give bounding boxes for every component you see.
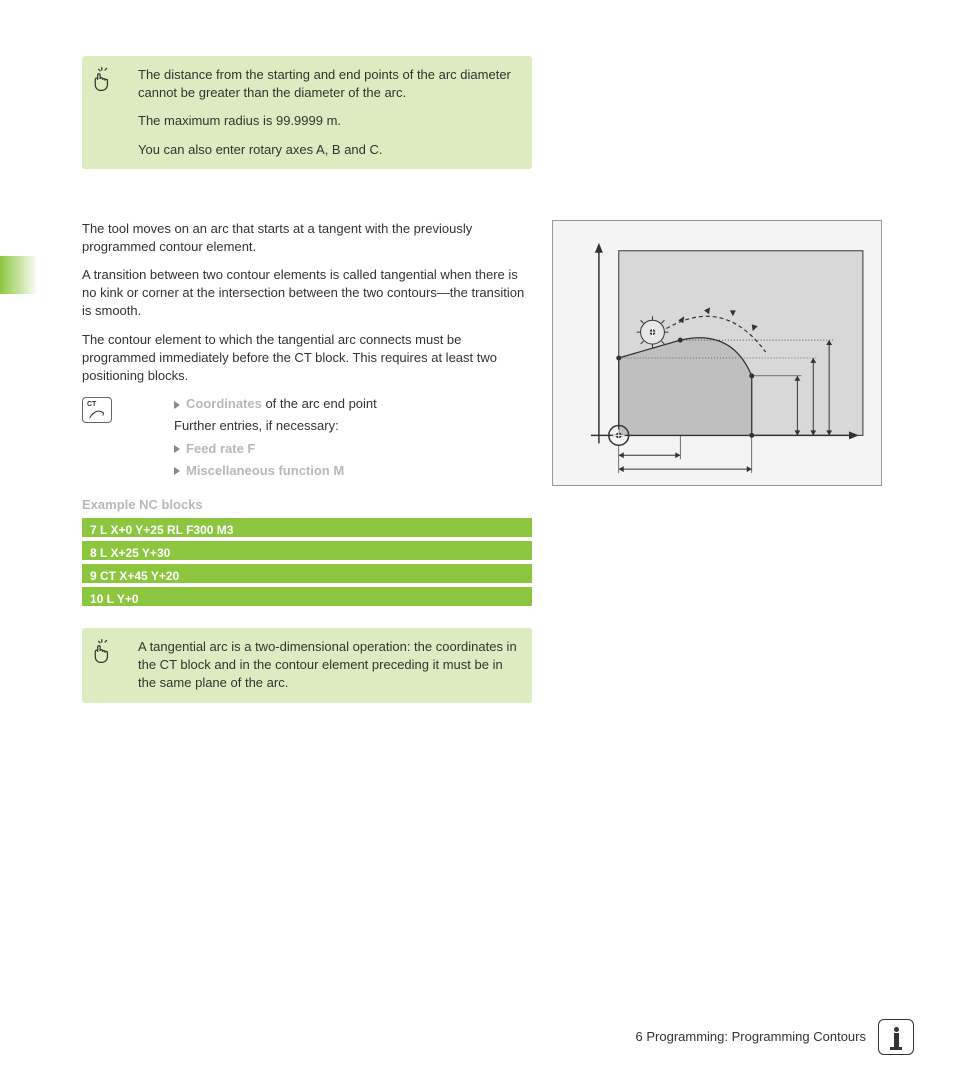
toolpath-diagram — [552, 220, 882, 486]
note2-line1: A tangential arc is a two-dimensional op… — [138, 638, 520, 693]
key-line-misc: Miscellaneous function M — [174, 462, 377, 480]
nc-block-4: 10 L Y+0 — [82, 587, 532, 606]
misc-function-label: Miscellaneous function M — [186, 463, 344, 478]
note-box-arc-limits: The distance from the starting and end p… — [82, 56, 532, 169]
side-gradient-tab — [0, 256, 38, 294]
feed-rate-label: Feed rate F — [186, 441, 255, 456]
key-line-feedrate: Feed rate F — [174, 440, 377, 458]
play-bullet-icon — [174, 467, 180, 475]
nc-block-3: 9 CT X+45 Y+20 — [82, 564, 532, 583]
note-box-tangential-2d: A tangential arc is a two-dimensional op… — [82, 628, 532, 703]
pointing-hand-icon — [92, 638, 118, 669]
coordinates-label: Coordinates — [186, 396, 262, 411]
note1-line1: The distance from the starting and end p… — [138, 66, 520, 102]
pointing-hand-icon — [92, 66, 118, 97]
nc-heading: Example NC blocks — [82, 496, 532, 514]
note1-line3: You can also enter rotary axes A, B and … — [138, 141, 520, 159]
key-line-coordinates: Coordinates of the arc end point — [174, 395, 377, 413]
key-line-further: Further entries, if necessary: — [174, 417, 377, 435]
play-bullet-icon — [174, 445, 180, 453]
ct-key-icon: CT — [82, 397, 112, 423]
paragraph-2: A transition between two contour element… — [82, 266, 532, 321]
note1-line2: The maximum radius is 99.9999 m. — [138, 112, 520, 130]
paragraph-1: The tool moves on an arc that starts at … — [82, 220, 532, 256]
footer-chapter: 6 Programming: Programming Contours — [636, 1028, 866, 1046]
info-icon — [878, 1019, 914, 1055]
coordinates-suffix: of the arc end point — [262, 396, 377, 411]
nc-block-2: 8 L X+25 Y+30 — [82, 541, 532, 560]
nc-block-1: 7 L X+0 Y+25 RL F300 M3 — [82, 518, 532, 537]
paragraph-3: The contour element to which the tangent… — [82, 331, 532, 386]
play-bullet-icon — [174, 401, 180, 409]
